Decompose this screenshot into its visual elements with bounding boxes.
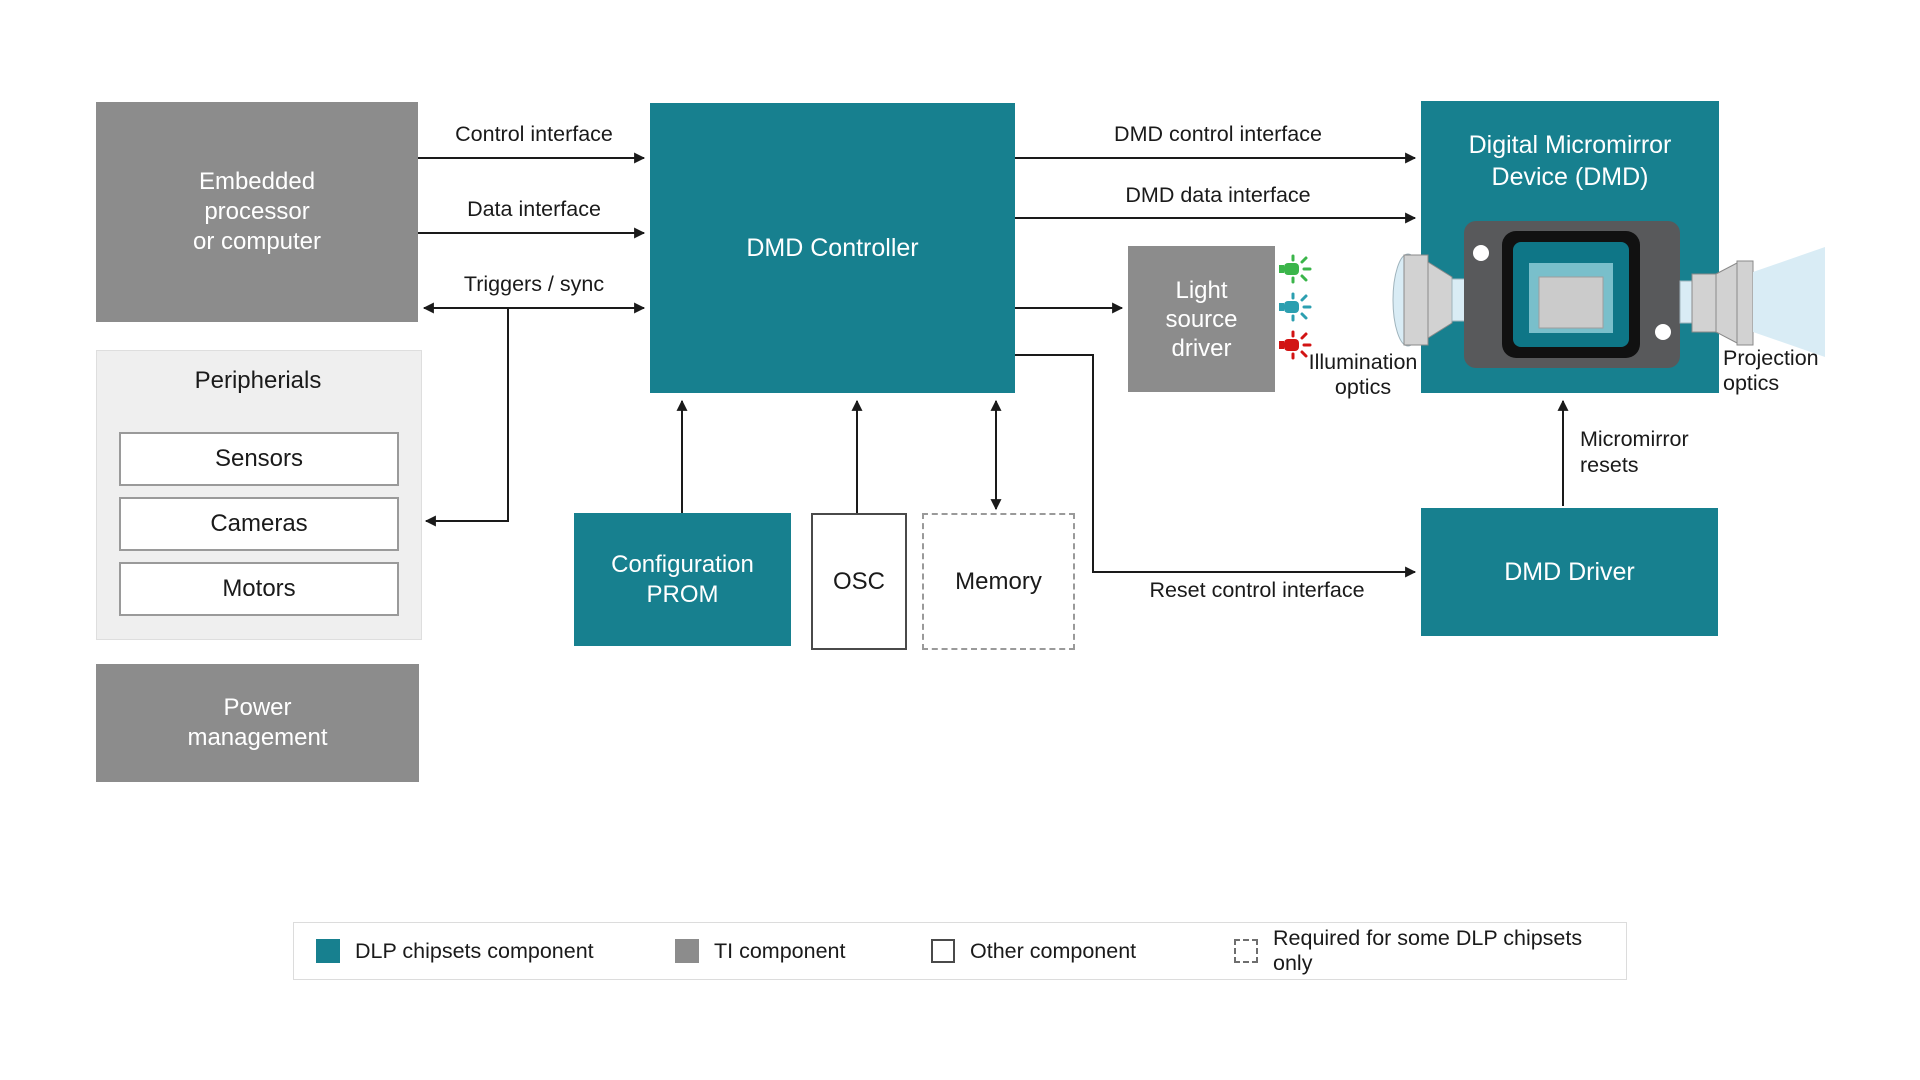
embedded-processor-box: Embedded processor or computer <box>96 102 418 322</box>
led-teal-icon <box>1278 292 1314 322</box>
right-lens-ring <box>1737 261 1753 345</box>
control-interface-label: Control interface <box>455 122 613 147</box>
dmd-chip-illustration <box>1380 200 1840 385</box>
required-component-swatch <box>1234 939 1258 963</box>
legend-item-dlp: DLP chipsets component <box>316 923 594 979</box>
legend: DLP chipsets component TI component Othe… <box>293 922 1627 980</box>
chip-screw-top <box>1473 245 1489 261</box>
other-component-swatch <box>931 939 955 963</box>
right-lens-barrel <box>1692 274 1716 332</box>
cameras-box: Cameras <box>119 497 399 551</box>
power-management-box: Power management <box>96 664 419 782</box>
light-source-driver-box: Light source driver <box>1128 246 1275 392</box>
micromirror-resets-label: Micromirror resets <box>1580 426 1689 478</box>
dmd-controller-box: DMD Controller <box>650 103 1015 393</box>
reset-control-interface-label: Reset control interface <box>1149 578 1364 603</box>
legend-item-required: Required for some DLP chipsets only <box>1234 923 1626 979</box>
motors-box: Motors <box>119 562 399 616</box>
led-green-icon <box>1278 254 1314 284</box>
right-lens-taper <box>1716 263 1737 343</box>
arrow-triggers-to-peripherials <box>426 308 508 521</box>
projection-light-cone <box>1753 247 1825 357</box>
legend-item-other: Other component <box>931 923 1136 979</box>
peripherials-title: Peripherials <box>96 368 420 393</box>
osc-box: OSC <box>811 513 907 650</box>
legend-label: Other component <box>970 939 1136 964</box>
ti-component-swatch <box>675 939 699 963</box>
dmd-mirror-array <box>1539 277 1603 328</box>
chip-screw-bottom <box>1655 324 1671 340</box>
legend-label: TI component <box>714 939 845 964</box>
dmd-driver-box: DMD Driver <box>1421 508 1718 636</box>
left-lens-barrel <box>1404 255 1428 345</box>
sensors-box: Sensors <box>119 432 399 486</box>
left-light-connector <box>1452 279 1466 321</box>
dmd-control-interface-label: DMD control interface <box>1114 122 1322 147</box>
configuration-prom-box: Configuration PROM <box>574 513 791 646</box>
triggers-sync-label: Triggers / sync <box>464 272 604 297</box>
right-light-connector <box>1680 281 1692 323</box>
data-interface-label: Data interface <box>467 197 601 222</box>
dlp-chipset-block-diagram: Embedded processor or computer Peripheri… <box>0 0 1920 1080</box>
led-red-icon <box>1278 330 1314 360</box>
legend-label: DLP chipsets component <box>355 939 594 964</box>
memory-box: Memory <box>922 513 1075 650</box>
legend-item-ti: TI component <box>675 923 845 979</box>
dmd-data-interface-label: DMD data interface <box>1125 183 1310 208</box>
legend-label: Required for some DLP chipsets only <box>1273 926 1626 976</box>
left-lens-taper <box>1428 262 1452 338</box>
dlp-component-swatch <box>316 939 340 963</box>
